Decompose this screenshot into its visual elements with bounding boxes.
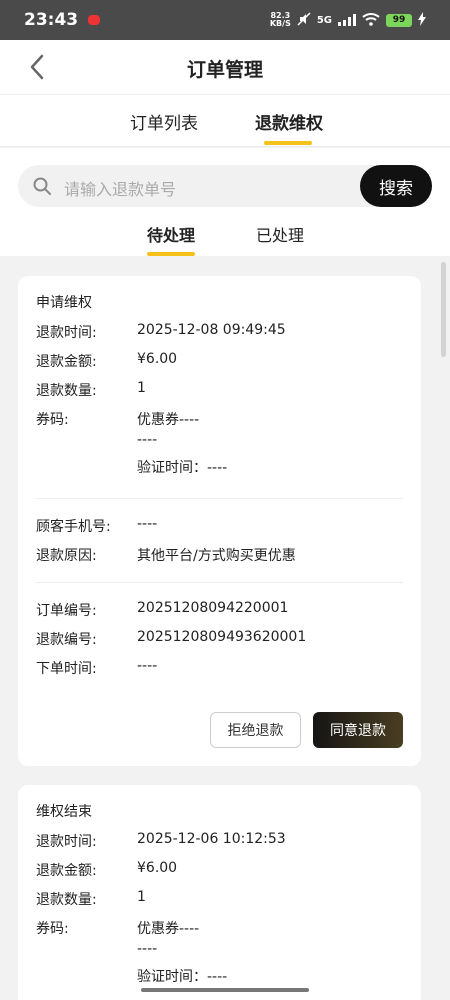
order-time-value: ----: [137, 658, 158, 674]
tab-pending[interactable]: 待处理: [147, 222, 196, 256]
field-label: 退款金额:: [36, 354, 97, 370]
active-subtab-indicator: [147, 252, 195, 256]
refund-qty-row: 退款数量: 1: [36, 380, 146, 400]
refund-reason-value: 其他平台/方式购买更优惠: [137, 548, 296, 564]
tab-label: 退款维权: [255, 114, 323, 134]
field-label: 退款原因:: [36, 548, 97, 564]
refund-time-value: 2025-12-08 09:49:45: [137, 322, 286, 338]
coupon-code-value: ----: [137, 432, 158, 448]
active-tab-indicator: [264, 141, 312, 145]
signal-icon: [338, 14, 356, 26]
coupon-code-value: ----: [137, 941, 158, 957]
field-label: 退款金额:: [36, 863, 97, 879]
field-label: 订单编号:: [36, 603, 97, 619]
order-time-row: 下单时间: ----: [36, 658, 157, 678]
field-label: 退款数量:: [36, 892, 97, 908]
field-label: 退款时间:: [36, 834, 97, 850]
verify-time-value: 验证时间：----: [137, 460, 228, 476]
mute-icon: [297, 11, 311, 29]
search-placeholder: 请输入退款单号: [64, 180, 177, 199]
coupon-name-value: 优惠券----: [137, 921, 200, 937]
recording-icon: [88, 15, 101, 25]
tab-refund-rights[interactable]: 退款维权: [255, 109, 323, 145]
app-header: 订单管理: [0, 40, 450, 95]
refund-qty-value: 1: [137, 380, 146, 396]
battery-icon: 99: [386, 13, 412, 27]
network-type: 5G: [316, 14, 332, 26]
tab-order-list[interactable]: 订单列表: [130, 109, 198, 134]
field-label: 退款数量:: [36, 383, 97, 399]
refund-status: 申请维权: [36, 295, 92, 311]
verify-time-value: 验证时间：----: [137, 969, 228, 985]
refund-time-row: 退款时间: 2025-12-06 10:12:53: [36, 831, 286, 851]
refund-qty-row: 退款数量: 1: [36, 889, 146, 909]
order-no-row: 订单编号: 20251208094220001: [36, 600, 288, 620]
divider: [36, 582, 403, 583]
subtab-label: 已处理: [256, 226, 305, 245]
refund-amount-row: 退款金额: ¥6.00: [36, 351, 177, 371]
field-label: 退款编号:: [36, 632, 97, 648]
search-section: 请输入退款单号 搜索 待处理 已处理: [0, 148, 450, 256]
coupon-row: 券码: 优惠券----: [36, 409, 199, 429]
subtab-label: 待处理: [147, 226, 196, 245]
tab-processed[interactable]: 已处理: [256, 222, 304, 246]
home-indicator[interactable]: [141, 988, 309, 992]
status-bar: 23:43 82.3 KB/S 5G 99: [0, 0, 450, 40]
field-label: 顾客手机号:: [36, 519, 111, 535]
refund-amount-value: ¥6.00: [137, 860, 178, 876]
field-label: 退款时间:: [36, 325, 97, 341]
coupon-row: 券码: 优惠券----: [36, 918, 199, 938]
scrollbar[interactable]: [441, 262, 446, 357]
agree-refund-button[interactable]: 同意退款: [313, 712, 403, 748]
refund-status: 维权结束: [36, 804, 92, 820]
field-label: 券码:: [36, 921, 69, 937]
refund-card: 申请维权 退款时间: 2025-12-08 09:49:45 退款金额: ¥6.…: [18, 276, 421, 766]
status-icons: 82.3 KB/S 5G 99: [270, 11, 426, 29]
page-title: 订单管理: [186, 59, 263, 81]
search-icon: [33, 177, 51, 195]
divider: [36, 498, 403, 499]
field-label: 下单时间:: [36, 661, 97, 677]
refund-card: 维权结束 退款时间: 2025-12-06 10:12:53 退款金额: ¥6.…: [18, 785, 421, 1000]
coupon-name-value: 优惠券----: [137, 412, 200, 428]
refund-amount-row: 退款金额: ¥6.00: [36, 860, 177, 880]
refund-time-row: 退款时间: 2025-12-08 09:49:45: [36, 322, 286, 342]
order-no-value: 20251208094220001: [137, 600, 289, 616]
refund-qty-value: 1: [137, 889, 146, 905]
search-button[interactable]: 搜索: [360, 165, 432, 207]
customer-phone-value: ----: [137, 516, 158, 532]
field-label: 券码:: [36, 412, 69, 428]
customer-phone-row: 顾客手机号: ----: [36, 516, 157, 536]
main-tabs: 订单列表 退款维权: [0, 95, 450, 147]
refund-reason-row: 退款原因: 其他平台/方式购买更优惠: [36, 545, 296, 565]
tab-label: 订单列表: [130, 114, 198, 134]
net-speed: 82.3 KB/S: [270, 12, 291, 28]
status-time: 23:43: [24, 10, 79, 30]
refund-no-row: 退款编号: 2025120809493620001: [36, 629, 306, 649]
reject-refund-button[interactable]: 拒绝退款: [210, 712, 301, 748]
refund-amount-value: ¥6.00: [137, 351, 178, 367]
charging-icon: [418, 11, 426, 29]
net-speed-unit: KB/S: [269, 19, 291, 28]
refund-time-value: 2025-12-06 10:12:53: [137, 831, 286, 847]
refund-no-value: 2025120809493620001: [137, 629, 307, 645]
wifi-icon: [362, 12, 380, 29]
